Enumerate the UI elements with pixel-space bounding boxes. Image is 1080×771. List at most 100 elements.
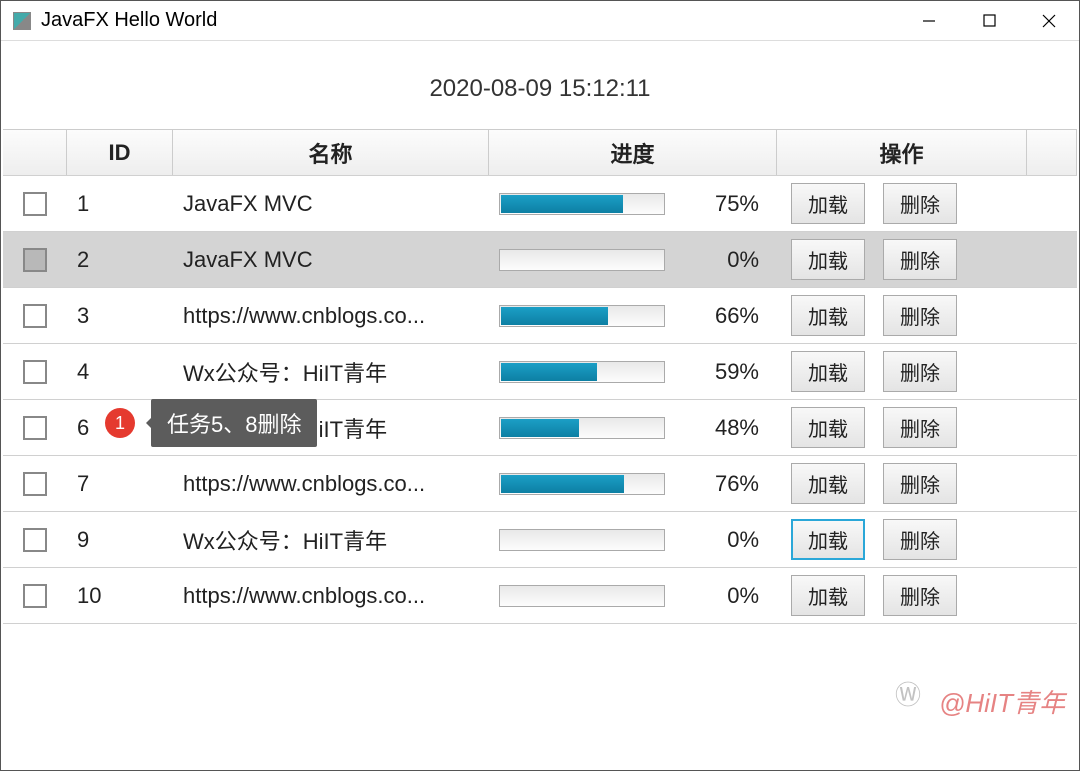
- delete-button[interactable]: 删除: [883, 239, 957, 280]
- progress-bar: [499, 249, 665, 271]
- row-checkbox[interactable]: [23, 584, 47, 608]
- cell-name: https://www.cnblogs.co...: [173, 288, 489, 343]
- cell-checkbox: [3, 512, 67, 567]
- progress-bar: [499, 473, 665, 495]
- cell-name: Wx公众号：HiIT青年: [173, 512, 489, 567]
- cell-spacer: [1027, 568, 1077, 623]
- table-row[interactable]: 4Wx公众号：HiIT青年59%加载删除: [3, 344, 1077, 400]
- load-button[interactable]: 加载: [791, 463, 865, 504]
- cell-id: 9: [67, 512, 173, 567]
- maximize-icon: [983, 14, 996, 27]
- cell-spacer: [1027, 288, 1077, 343]
- cell-checkbox: [3, 176, 67, 231]
- cell-progress: 48%: [489, 400, 777, 455]
- content-area: 2020-08-09 15:12:11 ID 名称 进度 操作 1JavaFX …: [1, 41, 1079, 770]
- load-button[interactable]: 加载: [791, 183, 865, 224]
- table-row[interactable]: 10https://www.cnblogs.co...0%加载删除: [3, 568, 1077, 624]
- table-row[interactable]: 9Wx公众号：HiIT青年 0% 加载删除: [3, 512, 1077, 568]
- window-title: JavaFX Hello World: [41, 9, 899, 32]
- row-checkbox[interactable]: [23, 528, 47, 552]
- table-row[interactable]: 2JavaFX MVC 0% 加载删除: [3, 232, 1077, 288]
- table-row[interactable]: 1JavaFX MVC75%加载删除: [3, 176, 1077, 232]
- row-checkbox[interactable]: [23, 248, 47, 272]
- cell-checkbox: [3, 232, 67, 287]
- row-checkbox[interactable]: [23, 304, 47, 328]
- cell-spacer: [1027, 176, 1077, 231]
- timestamp-label: 2020-08-09 15:12:11: [3, 43, 1077, 129]
- close-icon: [1042, 14, 1056, 28]
- progress-percent: 66%: [685, 303, 777, 329]
- titlebar: JavaFX Hello World: [1, 1, 1079, 41]
- annotation-badge: 1: [105, 408, 135, 438]
- cell-ops: 加载删除: [777, 176, 1027, 231]
- delete-button[interactable]: 删除: [883, 575, 957, 616]
- col-id: ID: [67, 130, 173, 175]
- load-button[interactable]: 加载: [791, 351, 865, 392]
- progress-percent: 0%: [685, 527, 777, 553]
- delete-button[interactable]: 删除: [883, 183, 957, 224]
- delete-button[interactable]: 删除: [883, 519, 957, 560]
- table-row[interactable]: 7https://www.cnblogs.co...76%加载删除: [3, 456, 1077, 512]
- load-button[interactable]: 加载: [791, 575, 865, 616]
- progress-bar: [499, 193, 665, 215]
- progress-bar: [499, 361, 665, 383]
- col-ops-label: 操作: [777, 137, 1026, 169]
- delete-button[interactable]: 删除: [883, 295, 957, 336]
- app-icon: [13, 12, 31, 30]
- maximize-button[interactable]: [959, 1, 1019, 40]
- minimize-button[interactable]: [899, 1, 959, 40]
- table-row[interactable]: 3https://www.cnblogs.co...66%加载删除: [3, 288, 1077, 344]
- cell-id: 7: [67, 456, 173, 511]
- cell-name: https://www.cnblogs.co...: [173, 456, 489, 511]
- watermark: @HiIT青年: [939, 683, 1065, 720]
- cell-progress: 0%: [489, 568, 777, 623]
- cell-ops: 加载删除: [777, 568, 1027, 623]
- progress-bar: [499, 529, 665, 551]
- col-checkbox: [3, 130, 67, 175]
- cell-progress: 59%: [489, 344, 777, 399]
- cell-checkbox: [3, 400, 67, 455]
- load-button[interactable]: 加载: [791, 239, 865, 280]
- col-progress: 进度: [489, 130, 777, 175]
- progress-bar: [499, 585, 665, 607]
- progress-percent: 75%: [685, 191, 777, 217]
- row-checkbox[interactable]: [23, 416, 47, 440]
- delete-button[interactable]: 删除: [883, 407, 957, 448]
- cell-progress: 0%: [489, 512, 777, 567]
- cell-name: https://www.cnblogs.co...: [173, 568, 489, 623]
- cell-progress: 0%: [489, 232, 777, 287]
- cell-spacer: [1027, 400, 1077, 455]
- progress-bar: [499, 305, 665, 327]
- cell-name: JavaFX MVC: [173, 232, 489, 287]
- load-button[interactable]: 加载: [791, 295, 865, 336]
- cell-name: JavaFX MVC: [173, 176, 489, 231]
- col-spacer: [1027, 130, 1077, 175]
- progress-bar: [499, 417, 665, 439]
- row-checkbox[interactable]: [23, 192, 47, 216]
- task-table: ID 名称 进度 操作 1JavaFX MVC75%加载删除2JavaFX MV…: [3, 129, 1077, 624]
- progress-percent: 0%: [685, 247, 777, 273]
- cell-spacer: [1027, 512, 1077, 567]
- cell-checkbox: [3, 456, 67, 511]
- cell-ops: 加载删除: [777, 288, 1027, 343]
- annotation-tooltip: 1 任务5、8删除: [105, 399, 317, 447]
- cell-id: 2: [67, 232, 173, 287]
- delete-button[interactable]: 删除: [883, 463, 957, 504]
- cell-spacer: [1027, 344, 1077, 399]
- delete-button[interactable]: 删除: [883, 351, 957, 392]
- close-button[interactable]: [1019, 1, 1079, 40]
- tooltip-text: 任务5、8删除: [151, 399, 317, 447]
- load-button[interactable]: 加载: [791, 519, 865, 560]
- window-controls: [899, 1, 1079, 40]
- cell-checkbox: [3, 288, 67, 343]
- progress-percent: 76%: [685, 471, 777, 497]
- cell-ops: 加载删除: [777, 456, 1027, 511]
- row-checkbox[interactable]: [23, 360, 47, 384]
- load-button[interactable]: 加载: [791, 407, 865, 448]
- cell-checkbox: [3, 344, 67, 399]
- cell-checkbox: [3, 568, 67, 623]
- cell-id: 1: [67, 176, 173, 231]
- row-checkbox[interactable]: [23, 472, 47, 496]
- app-window: JavaFX Hello World 2020-08-09 15:12:11 I…: [0, 0, 1080, 771]
- table-header: ID 名称 进度 操作: [3, 130, 1077, 176]
